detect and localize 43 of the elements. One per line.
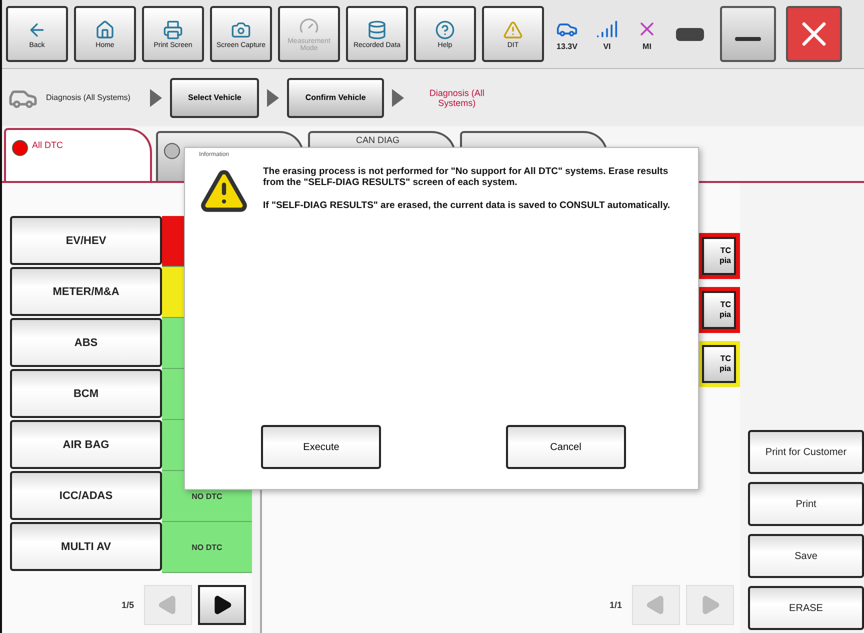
minimize-button[interactable] xyxy=(720,6,776,62)
system-button[interactable]: AIR BAG xyxy=(10,420,162,469)
camera-icon xyxy=(231,20,251,40)
printer-icon xyxy=(163,20,183,40)
step-button[interactable]: Select Vehicle xyxy=(170,78,260,118)
dialog-message: If "SELF-DIAG RESULTS" are erased, the current data is saved to CONSULT automatically. xyxy=(263,200,672,211)
status-label: VI xyxy=(603,42,611,50)
system-button[interactable]: ICC/ADAS xyxy=(10,471,162,520)
system-button[interactable]: MULTI AV xyxy=(10,522,162,571)
page-number: 1/5 xyxy=(121,600,134,610)
database-icon xyxy=(367,20,387,40)
result-button[interactable]: TC pia xyxy=(702,291,736,329)
tab[interactable]: All DTC xyxy=(4,128,152,181)
warning-icon xyxy=(503,20,523,40)
status-label: 13.3V xyxy=(556,42,578,50)
status-label: MI xyxy=(642,42,652,50)
screen-title: Diagnosis (All Systems) xyxy=(46,93,132,102)
page-number: 1/1 xyxy=(609,600,622,610)
battery-icon xyxy=(676,28,704,40)
status-dot-icon xyxy=(164,143,180,159)
arrow-icon xyxy=(392,88,404,106)
system-button[interactable]: BCM xyxy=(10,369,162,418)
dialog-message: The erasing process is not performed for "No support for All DTC" systems. Erase results from the "SELF-DIAG RESULTS" screen of each system. xyxy=(263,166,670,188)
system-button[interactable]: EV/HEV xyxy=(10,216,162,265)
home-icon xyxy=(95,20,115,40)
dialog-button[interactable]: Cancel xyxy=(506,425,626,469)
close-button[interactable] xyxy=(786,6,842,62)
status-cell: NO DTC xyxy=(162,522,252,573)
dialog-button[interactable]: Execute xyxy=(261,425,382,469)
action-button[interactable]: Print for Customer xyxy=(748,430,864,474)
action-button[interactable]: Save xyxy=(748,534,864,578)
minimize-icon xyxy=(735,37,761,41)
result-button[interactable]: TC pia xyxy=(702,237,736,275)
action-button[interactable]: ERASE xyxy=(748,586,864,630)
step-button[interactable]: Confirm Vehicle xyxy=(287,78,384,118)
help-icon xyxy=(435,20,455,40)
current-step: Diagnosis (All Systems) xyxy=(412,88,502,108)
system-button[interactable]: METER/M&A xyxy=(10,267,162,316)
result-button[interactable]: TC pia xyxy=(702,345,736,383)
action-button[interactable]: Print xyxy=(748,482,864,526)
system-button[interactable]: ABS xyxy=(10,318,162,367)
next-page-button[interactable] xyxy=(198,585,246,625)
status-dot-icon xyxy=(12,140,28,156)
